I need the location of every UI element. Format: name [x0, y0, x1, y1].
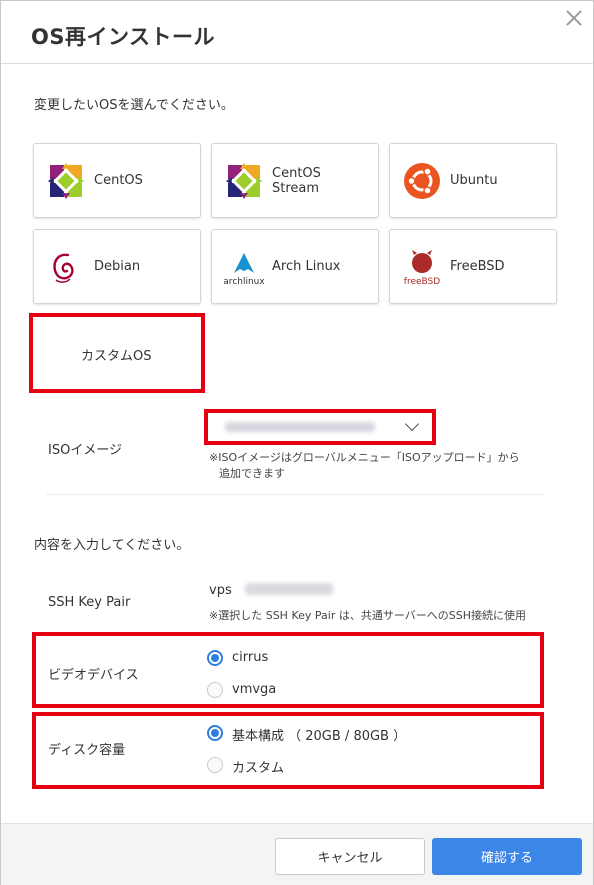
ssh-label: SSH Key Pair — [48, 595, 131, 610]
arch-logo-text: archlinux — [224, 277, 264, 287]
iso-note-line1: ※ISOイメージはグローバルメニュー「ISOアップロード」から — [209, 451, 520, 464]
os-label-line1: CentOS — [272, 165, 321, 181]
os-reinstall-dialog: OS再インストール 変更したいOSを選んでください。 CentOS CentOS… — [0, 0, 594, 885]
os-label-line2: Stream — [272, 180, 320, 196]
os-label: CentOS — [94, 173, 143, 188]
radio-label-basic-config[interactable]: 基本構成 （ 20GB / 80GB ） — [232, 725, 406, 744]
ubuntu-logo-icon — [404, 163, 440, 199]
iso-label: ISOイメージ — [48, 443, 123, 458]
disk-label: ディスク容量 — [48, 743, 126, 758]
highlight-custom-os — [29, 313, 205, 393]
ssh-value-redacted — [245, 583, 333, 595]
os-card-centos[interactable]: CentOS — [33, 143, 201, 218]
radio-custom-disk[interactable] — [207, 757, 223, 773]
section-divider — [47, 494, 543, 495]
os-card-arch-linux[interactable]: archlinux Arch Linux — [211, 229, 379, 304]
radio-cirrus[interactable] — [207, 650, 223, 666]
radio-label-vmvga[interactable]: vmvga — [232, 682, 276, 697]
freebsd-logo-text: freeBSD — [404, 277, 440, 287]
centos-stream-logo-icon — [226, 163, 262, 199]
highlight-iso-select — [204, 409, 436, 445]
dialog-title: OS再インストール — [31, 25, 216, 49]
os-card-centos-stream[interactable]: CentOS Stream — [211, 143, 379, 218]
debian-logo-icon — [53, 253, 74, 283]
os-label: Ubuntu — [450, 173, 498, 188]
os-label: Arch Linux — [272, 259, 341, 274]
cancel-button[interactable]: キャンセル — [275, 838, 425, 875]
os-card-ubuntu[interactable]: Ubuntu — [389, 143, 557, 218]
ssh-note: ※選択した SSH Key Pair は、共通サーバーへのSSH接続に使用 — [209, 609, 526, 622]
confirm-button[interactable]: 確認する — [432, 838, 582, 875]
radio-vmvga[interactable] — [207, 682, 223, 698]
os-card-debian[interactable]: Debian — [33, 229, 201, 304]
os-label: CentOS Stream — [272, 144, 321, 217]
os-instruction: 変更したいOSを選んでください。 — [34, 98, 234, 113]
radio-label-custom-disk[interactable]: カスタム — [232, 757, 284, 776]
arch-linux-logo-icon: archlinux — [224, 253, 264, 287]
os-label: FreeBSD — [450, 259, 505, 274]
centos-logo-icon — [48, 163, 84, 199]
radio-basic-config[interactable] — [207, 725, 223, 741]
os-label: Debian — [94, 259, 141, 274]
content-instruction: 内容を入力してください。 — [34, 538, 190, 553]
ssh-value: vps — [209, 583, 232, 598]
close-icon[interactable] — [563, 7, 585, 29]
video-device-label: ビデオデバイス — [48, 668, 139, 683]
freebsd-logo-icon: freeBSD — [404, 250, 440, 287]
iso-note-line2: 追加できます — [219, 467, 285, 480]
radio-label-cirrus[interactable]: cirrus — [232, 650, 268, 665]
os-card-freebsd[interactable]: freeBSD FreeBSD — [389, 229, 557, 304]
header-divider — [1, 63, 593, 64]
